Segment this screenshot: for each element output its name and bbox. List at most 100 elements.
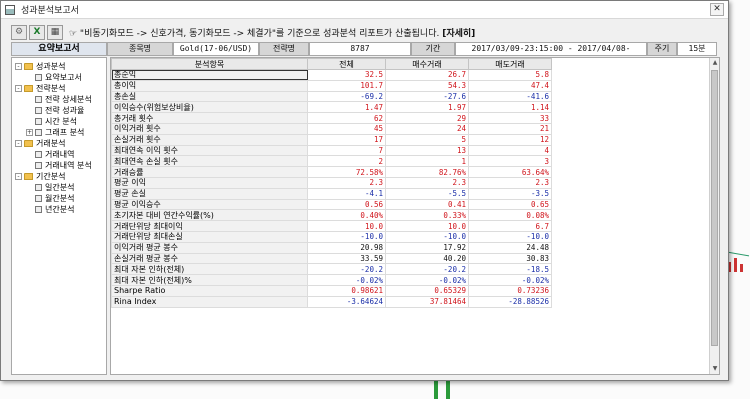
scroll-up-icon[interactable]: ▲ (711, 59, 719, 67)
title-bar[interactable]: 성과분석보고서 ✕ (1, 1, 728, 19)
table-row[interactable]: 총순익 32.5 26.7 5.8 (111, 69, 552, 81)
row-total: 1.47 (307, 101, 386, 114)
period-value: 2017/03/09-23:15:00 - 2017/04/08-06:00:0… (455, 42, 647, 65)
expand-icon[interactable]: + (26, 129, 33, 136)
tree-item-label: 년간분석 (45, 205, 75, 214)
row-buy: 2.3 (385, 176, 469, 189)
table-row[interactable]: 총거래 횟수 62 29 33 (111, 112, 552, 124)
row-sell: -28.88526 (468, 295, 552, 308)
table-row[interactable]: 거래단위당 최대이익 10.0 10.0 6.7 (111, 220, 552, 232)
row-name: 최대연속 이익 횟수 (111, 144, 308, 157)
table-row[interactable]: 평균 이익 2.3 2.3 2.3 (111, 176, 552, 189)
row-sell: 24.48 (468, 241, 552, 254)
row-name: Rina Index (111, 295, 308, 308)
excel-icon[interactable]: X (29, 24, 45, 40)
scroll-down-icon[interactable]: ▼ (711, 365, 719, 373)
table-row[interactable]: 최대연속 이익 횟수 7 13 4 (111, 144, 552, 157)
row-buy: 0.33% (385, 209, 469, 222)
item-label: 종목명 (107, 42, 173, 56)
row-sell: 47.4 (468, 79, 552, 92)
tree-item[interactable]: - 성과분석 (12, 61, 106, 72)
row-sell: 21 (468, 122, 552, 135)
row-buy: 37.81464 (385, 295, 469, 308)
table-row[interactable]: Sharpe Ratio 0.98621 0.65329 0.73236 (111, 284, 552, 297)
period-label: 기간 (411, 42, 455, 56)
table-row[interactable]: 최대 자본 인하(전체) -20.2 -20.2 -18.5 (111, 263, 552, 276)
tree-item[interactable]: - 전략분석 (12, 83, 106, 94)
row-name: 거래승률 (111, 166, 308, 178)
tree-item[interactable]: 거래내역 (12, 149, 106, 160)
scrollbar-thumb[interactable] (711, 70, 718, 346)
row-sell: 6.7 (468, 220, 552, 232)
table-row[interactable]: 손실거래 횟수 17 5 12 (111, 133, 552, 146)
table-row[interactable]: 최대연속 손실 횟수 2 1 3 (111, 155, 552, 168)
row-name: 총이익 (111, 79, 308, 92)
table-row[interactable]: 평균 이익승수 0.56 0.41 0.65 (111, 198, 552, 211)
collapse-icon[interactable]: - (15, 63, 22, 70)
tree-item[interactable]: - 기간분석 (12, 171, 106, 182)
table-row[interactable]: 이익거래 횟수 45 24 21 (111, 122, 552, 135)
tree-item[interactable]: 년간분석 (12, 204, 106, 215)
row-name: 이익거래 횟수 (111, 122, 308, 135)
table-row[interactable]: 초기자본 대비 연간수익률(%) 0.40% 0.33% 0.08% (111, 209, 552, 222)
collapse-icon[interactable]: - (15, 85, 22, 92)
row-buy: 24 (385, 122, 469, 135)
row-buy: -0.02% (385, 274, 469, 286)
row-sell: 30.83 (468, 252, 552, 265)
table-row[interactable]: 총이익 101.7 54.3 47.4 (111, 79, 552, 92)
table-row[interactable]: 손실거래 평균 봉수 33.59 40.20 30.83 (111, 252, 552, 265)
row-name: 거래단위당 최대손실 (111, 230, 308, 243)
row-total: 2.3 (307, 176, 386, 189)
tree-item-label: 요약보고서 (45, 73, 82, 82)
tree-item[interactable]: - 거래분석 (12, 138, 106, 149)
table-row[interactable]: 이익승수(위험보상비율) 1.47 1.97 1.14 (111, 101, 552, 114)
row-name: 총거래 횟수 (111, 112, 308, 124)
tree-item[interactable]: + 그래프 분석 (12, 127, 106, 138)
tree-item[interactable]: 요약보고서 (12, 72, 106, 83)
row-name: 최대 자본 인하(전체)% (111, 274, 308, 286)
collapse-icon[interactable]: - (15, 140, 22, 147)
row-total: 2 (307, 155, 386, 168)
collapse-icon[interactable]: - (15, 173, 22, 180)
tree-item-label: 성과분석 (36, 62, 66, 71)
tree-item-label: 거래분석 (36, 139, 66, 148)
row-sell: -10.0 (468, 230, 552, 243)
tree-item[interactable]: 월간분석 (12, 193, 106, 204)
table-row[interactable]: 이익거래 평균 봉수 20.98 17.92 24.48 (111, 241, 552, 254)
summary-row: 요약보고서 종목명 Gold(17-06/USD) 전략명 8787 기간 20… (11, 42, 717, 65)
document-icon (35, 206, 42, 213)
header-sell: 매도거래 (468, 58, 552, 70)
item-value: Gold(17-06/USD) (173, 42, 259, 56)
cycle-label: 주기 (647, 42, 677, 56)
tree-item[interactable]: 전략 상세분석 (12, 94, 106, 105)
gear-icon[interactable]: ⚙ (11, 24, 27, 40)
row-name: 평균 이익승수 (111, 198, 308, 211)
table-row[interactable]: Rina Index -3.64624 37.81464 -28.88526 (111, 295, 552, 308)
vertical-scrollbar[interactable]: ▲ ▼ (709, 58, 719, 374)
table-row[interactable]: 거래단위당 최대손실 -10.0 -10.0 -10.0 (111, 230, 552, 243)
window-title: 성과분석보고서 (21, 6, 79, 16)
close-button[interactable]: ✕ (710, 3, 724, 16)
row-buy: 40.20 (385, 252, 469, 265)
table-row[interactable]: 총손실 -69.2 -27.6 -41.6 (111, 90, 552, 103)
table-row[interactable]: 거래승률 72.58% 82.76% 63.64% (111, 166, 552, 178)
row-total: 62 (307, 112, 386, 124)
row-sell: -18.5 (468, 263, 552, 276)
tree-item[interactable]: 거래내역 분석 (12, 160, 106, 171)
tree-item[interactable]: 시간 분석 (12, 116, 106, 127)
table-header-row: 분석항목 전체 매수거래 매도거래 (111, 58, 552, 70)
folder-icon (24, 63, 33, 70)
row-buy: -10.0 (385, 230, 469, 243)
table-row[interactable]: 최대 자본 인하(전체)% -0.02% -0.02% -0.02% (111, 274, 552, 286)
stats-table: 분석항목 전체 매수거래 매도거래 총순익 32.5 26.7 5.8 총이익 101.7… (111, 58, 552, 308)
calendar-icon[interactable]: ▦ (47, 24, 63, 40)
table-row[interactable]: 평균 손실 -4.1 -5.5 -3.5 (111, 187, 552, 200)
row-sell: 12 (468, 133, 552, 146)
tree-item[interactable]: 일간분석 (12, 182, 106, 193)
details-link[interactable]: [자세히] (442, 29, 475, 39)
tree-item[interactable]: 전략 성과율 (12, 105, 106, 116)
row-name: 총순익 (111, 69, 308, 81)
folder-icon (24, 173, 33, 180)
window-icon (5, 4, 15, 15)
tree-item-label: 전략분석 (36, 84, 66, 93)
